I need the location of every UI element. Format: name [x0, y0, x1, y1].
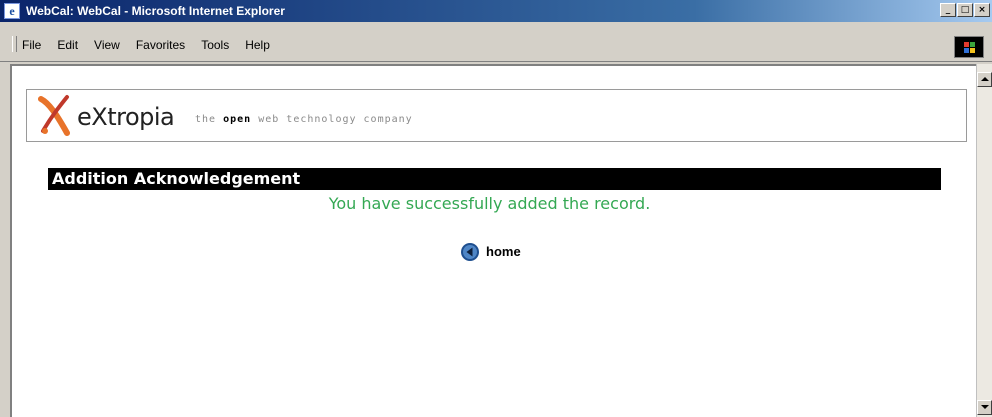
menu-items: File Edit View Favorites Tools Help — [22, 38, 270, 52]
menu-view[interactable]: View — [94, 38, 120, 52]
logo-wordmark: eXtropia — [77, 103, 175, 131]
tagline-pre: the — [195, 114, 217, 125]
window-title: WebCal: WebCal - Microsoft Internet Expl… — [26, 4, 285, 18]
page-content: eXtropia the open web technology company… — [10, 64, 976, 417]
scroll-down-button[interactable] — [977, 400, 992, 415]
toolbar-grip[interactable] — [12, 36, 17, 52]
scroll-up-button[interactable] — [977, 72, 992, 87]
windows-logo-icon — [954, 36, 984, 58]
extropia-logo-icon — [38, 95, 70, 136]
home-link[interactable]: home — [460, 242, 521, 262]
menu-favorites[interactable]: Favorites — [136, 38, 185, 52]
menu-tools[interactable]: Tools — [201, 38, 229, 52]
section-title: Addition Acknowledgement — [48, 168, 941, 190]
window-titlebar[interactable]: e WebCal: WebCal - Microsoft Internet Ex… — [0, 0, 992, 22]
close-button[interactable]: × — [974, 3, 990, 17]
tagline-post: web technology company — [258, 114, 413, 125]
logo-banner: eXtropia the open web technology company — [26, 89, 967, 142]
minimize-button[interactable]: _ — [940, 3, 956, 17]
menu-edit[interactable]: Edit — [57, 38, 78, 52]
menu-help[interactable]: Help — [245, 38, 270, 52]
back-arrow-icon — [461, 243, 479, 261]
vertical-scrollbar[interactable] — [976, 64, 992, 417]
tagline-bold: open — [223, 114, 252, 125]
logo-tagline: the open web technology company — [195, 114, 413, 126]
ie-icon: e — [4, 3, 20, 19]
maximize-button[interactable]: □ — [957, 3, 973, 17]
success-message: You have successfully added the record. — [328, 194, 651, 213]
menu-file[interactable]: File — [22, 38, 41, 52]
menu-bar: File Edit View Favorites Tools Help — [0, 22, 992, 62]
home-label: home — [486, 244, 521, 259]
